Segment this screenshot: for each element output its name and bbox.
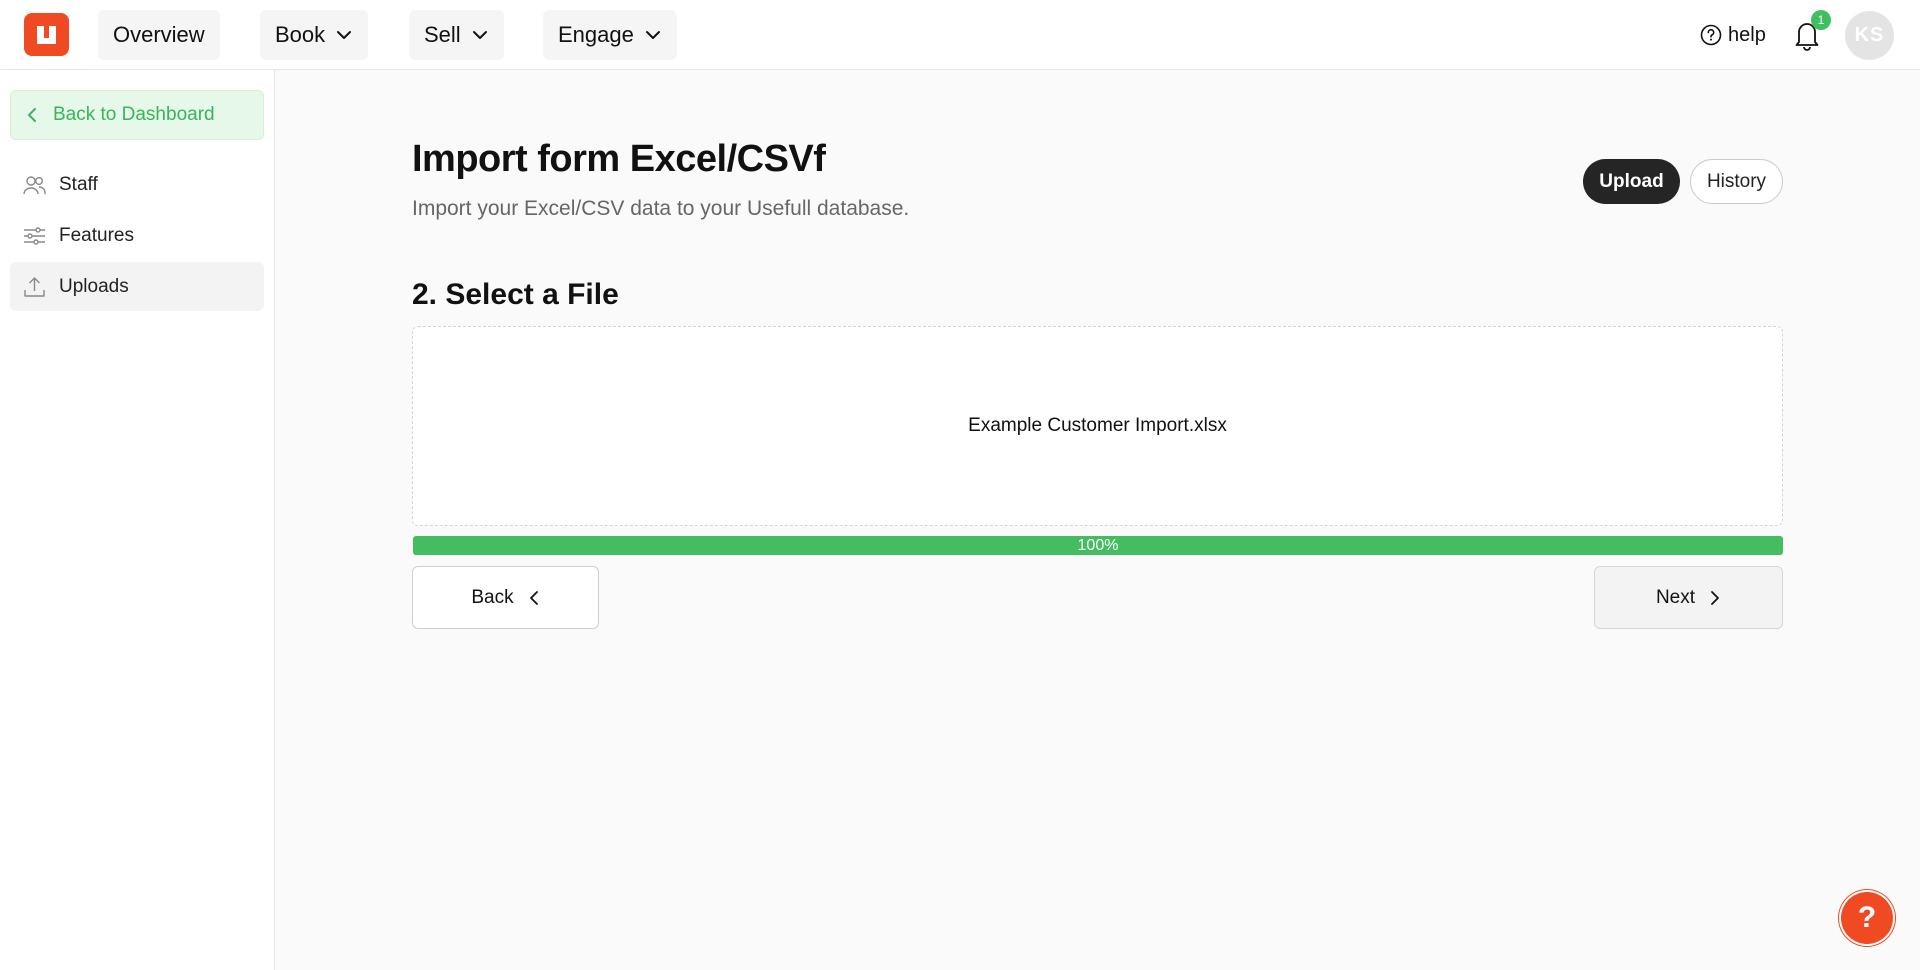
nav-engage[interactable]: Engage <box>543 10 677 60</box>
app-logo-icon[interactable] <box>24 13 69 56</box>
nav-overview-label: Overview <box>113 22 205 47</box>
page-subtitle: Import your Excel/CSV data to your Usefu… <box>412 197 910 220</box>
page-title: Import form Excel/CSVf <box>412 138 826 180</box>
file-dropzone[interactable]: Example Customer Import.xlsx <box>412 326 1783 526</box>
nav-book-label: Book <box>275 22 326 47</box>
chevron-down-icon <box>645 31 660 39</box>
sliders-icon <box>24 226 45 245</box>
sidebar-item-staff[interactable]: Staff <box>10 160 264 209</box>
sidebar-item-label: Staff <box>59 173 98 195</box>
nav-sell[interactable]: Sell <box>409 10 504 60</box>
back-to-dashboard-label: Back to Dashboard <box>53 104 215 125</box>
chevron-left-icon <box>529 590 538 605</box>
next-button[interactable]: Next <box>1594 566 1783 629</box>
nav-engage-label: Engage <box>558 22 634 47</box>
help-label: help <box>1728 23 1766 46</box>
help-circle-icon <box>1700 24 1722 46</box>
notification-badge: 1 <box>1811 10 1831 30</box>
tab-history[interactable]: History <box>1690 159 1783 204</box>
chevron-right-icon <box>1711 590 1719 605</box>
back-to-dashboard-button[interactable]: Back to Dashboard <box>10 90 264 140</box>
sidebar: Back to Dashboard Staff Features Uploads <box>0 70 275 970</box>
nav-sell-label: Sell <box>424 22 461 47</box>
tab-upload[interactable]: Upload <box>1583 159 1680 204</box>
back-button-label: Back <box>471 586 514 608</box>
upload-icon <box>24 276 45 297</box>
sidebar-item-features[interactable]: Features <box>10 211 264 260</box>
chevron-down-icon <box>472 31 487 39</box>
progress-label: 100% <box>1077 536 1119 554</box>
help-fab-button[interactable]: ? <box>1841 892 1893 944</box>
upload-progress-bar: 100% <box>413 536 1783 555</box>
help-link[interactable]: help <box>1700 20 1766 50</box>
chevron-down-icon <box>337 31 352 39</box>
avatar[interactable]: KS <box>1845 11 1894 60</box>
back-button[interactable]: Back <box>412 566 599 629</box>
nav-book[interactable]: Book <box>260 10 369 60</box>
top-bar: Overview Book Sell Engage help 1 KS <box>0 0 1920 70</box>
chevron-left-icon <box>28 108 36 122</box>
step-title: 2. Select a File <box>412 278 619 311</box>
next-button-label: Next <box>1655 586 1696 608</box>
users-icon <box>23 175 46 194</box>
sidebar-item-label: Features <box>59 224 134 246</box>
sidebar-item-label: Uploads <box>59 275 129 297</box>
nav-overview[interactable]: Overview <box>98 10 220 60</box>
selected-file-name: Example Customer Import.xlsx <box>968 415 1227 436</box>
sidebar-item-uploads[interactable]: Uploads <box>10 262 264 311</box>
